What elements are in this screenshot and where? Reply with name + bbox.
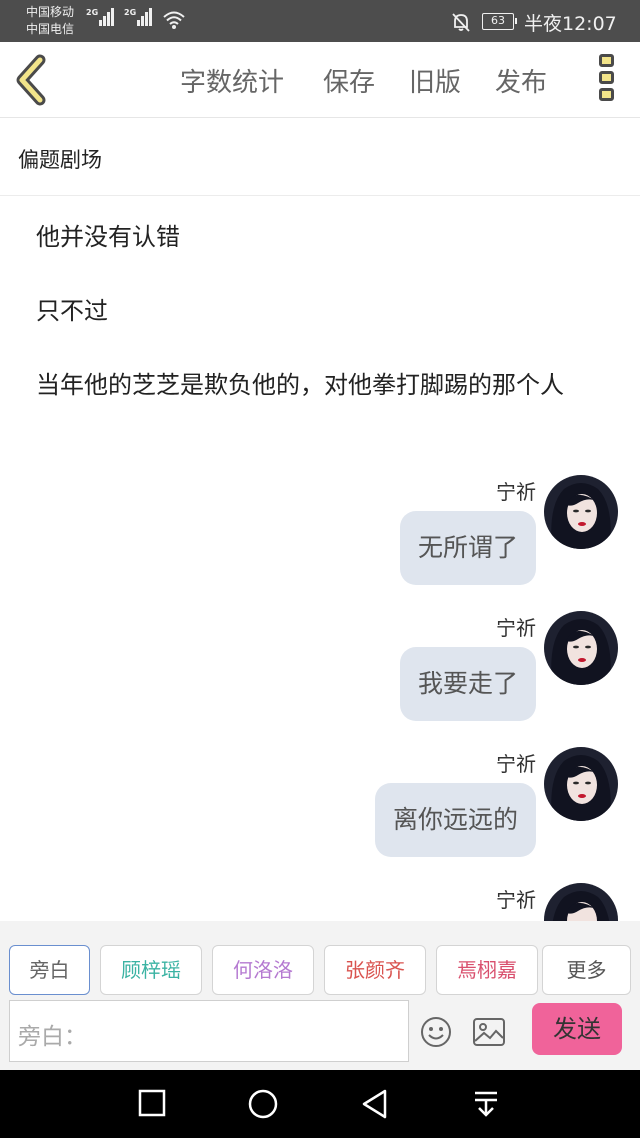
publish-button[interactable]: 发布 [495,62,547,99]
save-button[interactable]: 保存 [323,62,375,99]
narration-line[interactable]: 他并没有认错 [36,219,616,255]
carrier-2: 中国电信 [26,22,75,36]
notification-pulldown-icon[interactable] [472,1088,500,1120]
sender-name: 宁祈 [496,888,536,912]
character-chip[interactable]: 焉栩嘉 [436,945,538,995]
home-icon[interactable] [247,1088,279,1120]
character-chip-narrator[interactable]: 旁白 [9,945,90,995]
back-nav-icon[interactable] [360,1088,390,1120]
character-chip[interactable]: 何洛洛 [212,945,314,995]
section-header: 偏题剧场 [0,118,640,196]
character-chip[interactable]: 顾梓瑶 [100,945,202,995]
avatar[interactable] [544,475,618,549]
story-content[interactable]: 他并没有认错 只不过 当年他的芝芝是欺负他的，对他拳打脚踢的那个人 宁祈 无所谓… [0,197,640,921]
back-button[interactable] [12,54,60,106]
chevron-left-icon [16,54,46,106]
more-menu-icon[interactable] [596,54,616,106]
message-input[interactable]: 旁白： [9,1000,409,1062]
message-input-placeholder: 旁白： [18,1024,87,1050]
message-bubble[interactable]: 离你远远的 [374,783,536,857]
status-time: 半夜12:07 [524,13,617,35]
send-button[interactable]: 发送 [532,1003,622,1055]
avatar[interactable] [544,883,618,921]
old-version-button[interactable]: 旧版 [409,62,461,99]
sender-name: 宁祈 [496,480,536,504]
sender-name: 宁祈 [496,752,536,776]
emoji-icon[interactable] [420,1016,452,1048]
battery-icon: 63 [482,13,517,30]
character-chip[interactable]: 张颜齐 [324,945,426,995]
recent-apps-icon[interactable] [138,1088,166,1118]
signal-1-icon: 2G [86,8,115,26]
top-toolbar: 字数统计 保存 旧版 发布 [0,42,640,118]
more-characters-button[interactable]: 更多 [542,945,631,995]
composer: 旁白 顾梓瑶 何洛洛 张颜齐 焉栩嘉 更多 旁白： 发送 [0,921,640,1070]
carrier-info: 中国移动 中国电信 [26,4,74,38]
narration-line[interactable]: 只不过 [36,293,616,329]
sender-name: 宁祈 [496,616,536,640]
section-title[interactable]: 偏题剧场 [18,144,102,174]
avatar[interactable] [544,747,618,821]
signal-2-icon: 2G [124,8,153,26]
image-icon[interactable] [472,1017,506,1047]
carrier-1: 中国移动 [26,5,75,19]
word-count-button[interactable]: 字数统计 [180,62,284,99]
status-bar: 中国移动 中国电信 2G 2G 63 半夜12:07 [0,0,640,42]
message-bubble[interactable]: 我要走了 [399,647,536,721]
message-bubble[interactable]: 无所谓了 [399,511,536,585]
mute-bell-icon [452,13,470,32]
avatar[interactable] [544,611,618,685]
system-navigation-bar [0,1070,640,1138]
wifi-icon [163,11,185,29]
narration-line[interactable]: 当年他的芝芝是欺负他的，对他拳打脚踢的那个人 [36,367,616,403]
